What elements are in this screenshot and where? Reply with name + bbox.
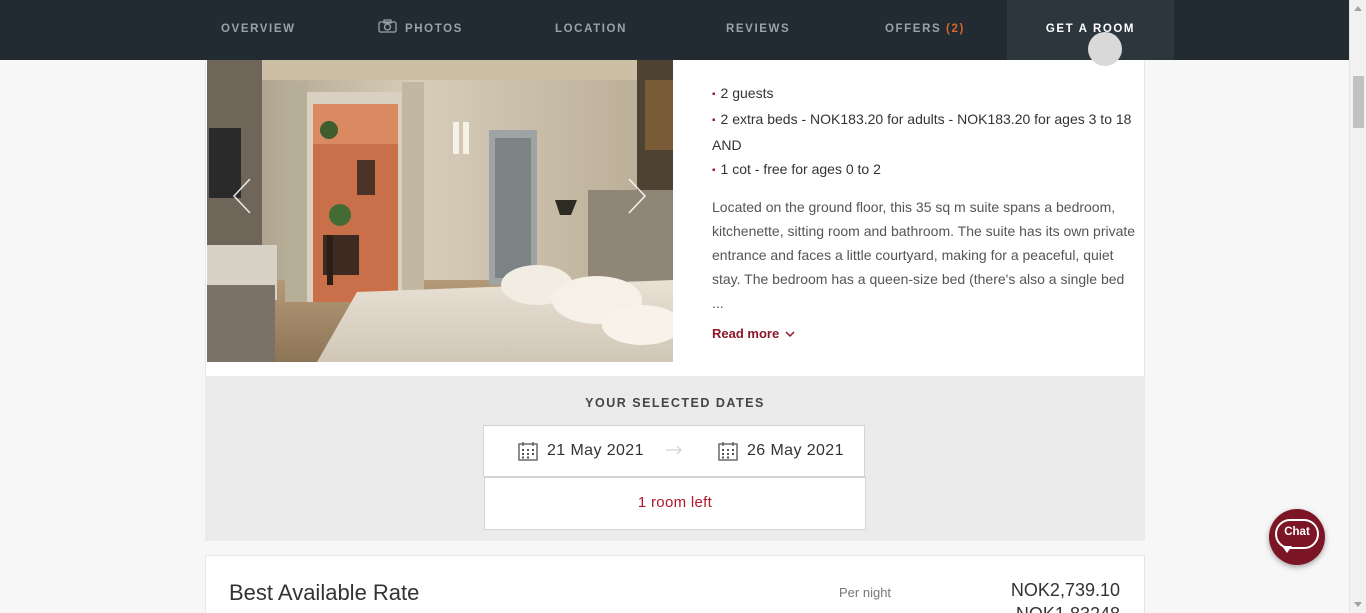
scroll-up-icon[interactable] xyxy=(1354,6,1362,11)
check-in-date-label: 21 May 2021 xyxy=(547,442,644,459)
nav-location[interactable]: LOCATION xyxy=(555,0,627,60)
chat-button[interactable]: Chat xyxy=(1269,509,1325,565)
rooms-left-indicator: 1 room left xyxy=(484,477,866,530)
chevron-down-icon xyxy=(785,330,795,337)
check-out-date[interactable]: 26 May 2021 xyxy=(718,426,844,476)
room-description: Located on the ground floor, this 35 sq … xyxy=(712,199,1136,311)
per-night-label: Per night xyxy=(839,585,892,600)
selected-dates-title: YOUR SELECTED DATES xyxy=(585,396,765,410)
chat-bubble-tail xyxy=(1282,546,1292,553)
occupancy-extra-beds: 2 extra beds - NOK183.20 for adults - NO… xyxy=(712,107,1137,133)
nav-photos[interactable]: PHOTOS xyxy=(378,0,463,60)
read-more-link[interactable]: Read more xyxy=(712,322,795,346)
page-scrollbar[interactable] xyxy=(1349,0,1366,613)
chat-label: Chat xyxy=(1284,526,1310,538)
room-badge-circle xyxy=(1088,32,1122,66)
room-photo-carousel[interactable] xyxy=(207,60,673,362)
date-range-picker[interactable]: 21 May 2021 26 May 2021 xyxy=(483,425,865,477)
nav-overview[interactable]: OVERVIEW xyxy=(221,0,296,60)
read-more-label: Read more xyxy=(712,326,780,341)
room-card: 2 guests 2 extra beds - NOK183.20 for ad… xyxy=(205,32,1145,376)
top-navigation: OVERVIEW PHOTOS LOCATION REVIEWS OFFERS … xyxy=(0,0,1349,66)
occupancy-guests: 2 guests xyxy=(712,81,1137,107)
nav-offers-label: OFFERS xyxy=(885,23,942,35)
occupancy-cot: 1 cot - free for ages 0 to 2 xyxy=(712,157,1137,183)
nav-get-a-room-label: GET A ROOM xyxy=(1045,23,1136,35)
scrollbar-thumb[interactable] xyxy=(1353,76,1364,128)
camera-icon xyxy=(378,19,397,33)
carousel-next-icon[interactable] xyxy=(627,178,647,214)
calendar-icon xyxy=(718,442,738,461)
nav-offers[interactable]: OFFERS (2) xyxy=(885,0,965,60)
room-photo xyxy=(207,60,673,362)
offers-count-badge: (2) xyxy=(946,23,965,35)
nav-reviews[interactable]: REVIEWS xyxy=(726,0,790,60)
carousel-prev-icon[interactable] xyxy=(232,178,252,214)
selected-dates-panel: YOUR SELECTED DATES 21 May 2021 26 May 2… xyxy=(205,376,1145,541)
occupancy-and-label: AND xyxy=(712,137,742,153)
rate-card: Best Available Rate Per night NOK2,739.1… xyxy=(205,555,1145,613)
calendar-icon xyxy=(518,442,538,461)
rate-price: NOK2,739.10 xyxy=(1010,580,1120,600)
room-details: 2 guests 2 extra beds - NOK183.20 for ad… xyxy=(712,81,1137,346)
scroll-down-icon[interactable] xyxy=(1354,602,1362,607)
rate-name: Best Available Rate xyxy=(229,580,420,605)
arrow-right-icon xyxy=(666,445,682,455)
rate-price-secondary: NOK1,83248 xyxy=(1016,604,1120,613)
check-in-date[interactable]: 21 May 2021 xyxy=(518,426,644,476)
nav-photos-label: PHOTOS xyxy=(405,23,463,35)
check-out-date-label: 26 May 2021 xyxy=(747,442,844,459)
